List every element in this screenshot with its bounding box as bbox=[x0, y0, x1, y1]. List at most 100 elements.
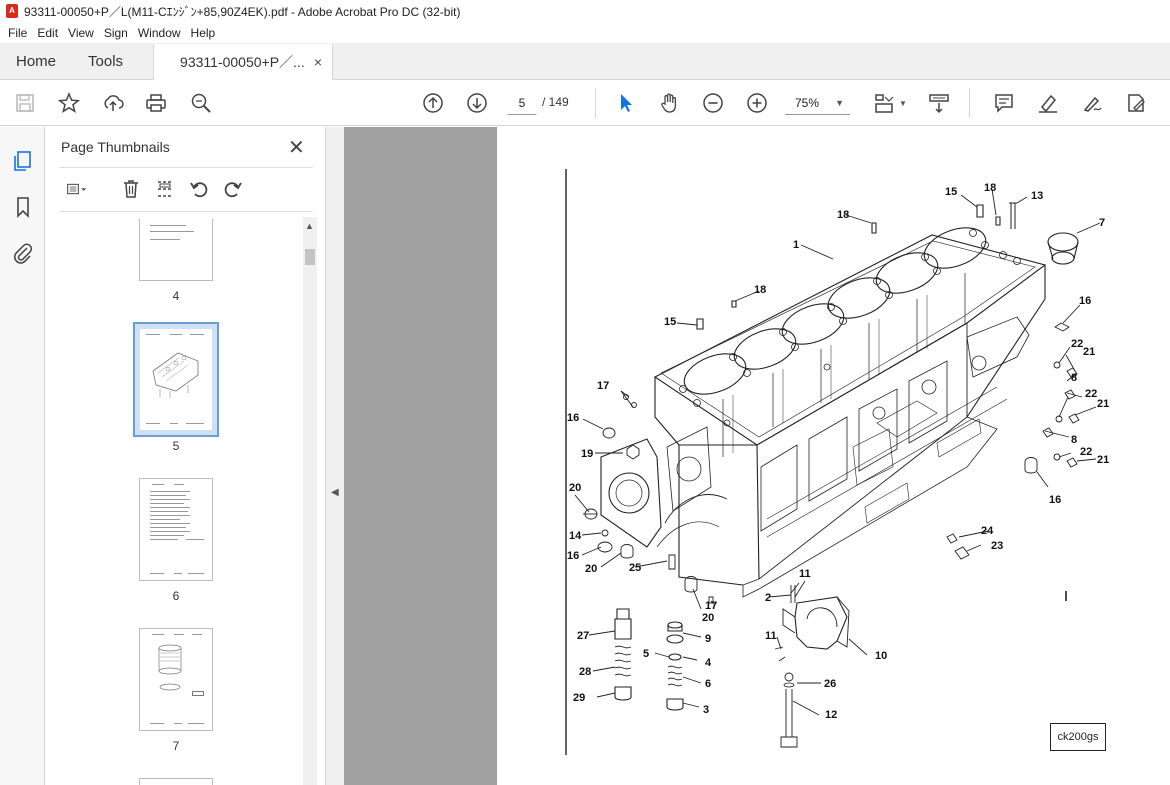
thumbnail-options-icon[interactable] bbox=[61, 178, 93, 200]
menu-file[interactable]: File bbox=[3, 26, 32, 40]
page-total: / 149 bbox=[542, 95, 569, 109]
callout: 16 bbox=[1049, 494, 1061, 506]
attachment-icon[interactable] bbox=[11, 241, 35, 265]
callout: 13 bbox=[1031, 190, 1043, 202]
thumbnail-page-number: 4 bbox=[172, 289, 180, 303]
collapse-panel-icon[interactable]: ◀ bbox=[331, 487, 339, 498]
toolbar-divider bbox=[595, 88, 596, 118]
callout: 18 bbox=[754, 284, 766, 296]
callout: 12 bbox=[825, 709, 837, 721]
scroll-mode-icon[interactable] bbox=[927, 91, 951, 115]
callout: 22 bbox=[1080, 446, 1092, 458]
scrollbar-handle[interactable] bbox=[305, 249, 315, 265]
upload-icon[interactable] bbox=[101, 91, 125, 115]
edit-pdf-icon[interactable] bbox=[1124, 91, 1148, 115]
callout: 21 bbox=[1097, 454, 1109, 466]
tab-document[interactable]: 93311-00050+P／... × bbox=[153, 44, 334, 80]
callout: 15 bbox=[945, 186, 957, 198]
zoom-search-icon[interactable] bbox=[189, 91, 213, 115]
menu-view[interactable]: View bbox=[63, 26, 99, 40]
page-thumbnail[interactable] bbox=[139, 778, 213, 785]
callout: 17 bbox=[705, 600, 717, 612]
main-toolbar: 5 / 149 75% ▼ ▼ bbox=[0, 80, 1170, 126]
callout: 22 bbox=[1071, 338, 1083, 350]
sign-icon[interactable] bbox=[1080, 91, 1104, 115]
zoom-in-icon[interactable] bbox=[745, 91, 769, 115]
tab-document-label: 93311-00050+P／... bbox=[180, 54, 305, 70]
rotate-right-icon[interactable] bbox=[222, 178, 244, 200]
callout: 11 bbox=[799, 568, 811, 580]
delete-icon[interactable] bbox=[120, 178, 142, 200]
callout: 2 bbox=[765, 592, 771, 604]
chevron-down-icon[interactable]: ▼ bbox=[898, 91, 908, 115]
scroll-up-icon[interactable]: ▲ bbox=[305, 221, 314, 231]
page-fit-icon[interactable] bbox=[872, 91, 896, 115]
close-panel-icon[interactable]: ✕ bbox=[288, 135, 305, 160]
menu-help[interactable]: Help bbox=[186, 26, 221, 40]
comment-icon[interactable] bbox=[992, 91, 1016, 115]
thumbnails-scrollbar[interactable]: ▲ bbox=[303, 217, 317, 785]
rotate-left-icon[interactable] bbox=[188, 178, 210, 200]
callout: 15 bbox=[664, 316, 676, 328]
callout: 9 bbox=[705, 633, 711, 645]
document-viewer[interactable]: 1 2 3 4 5 6 7 8 8 9 10 11 11 12 13 14 15… bbox=[344, 127, 1170, 785]
menu-sign[interactable]: Sign bbox=[99, 26, 133, 40]
menu-bar: File Edit View Sign Window Help bbox=[0, 22, 1170, 43]
callout: 18 bbox=[837, 209, 849, 221]
page-down-icon[interactable] bbox=[465, 91, 489, 115]
callout: 6 bbox=[705, 678, 711, 690]
thumbnail-page bbox=[140, 329, 212, 430]
pdf-page: 1 2 3 4 5 6 7 8 8 9 10 11 11 12 13 14 15… bbox=[497, 127, 1170, 785]
page-thumbnail-selected[interactable] bbox=[133, 322, 219, 437]
callout: 20 bbox=[569, 482, 581, 494]
page-thumbnail[interactable] bbox=[139, 219, 213, 281]
drawing-id-stamp: ck200gs bbox=[1050, 723, 1106, 751]
callout: 28 bbox=[579, 666, 591, 678]
page-thumbnail[interactable] bbox=[139, 628, 213, 731]
panel-splitter[interactable]: ◀ bbox=[325, 127, 344, 785]
callout: 21 bbox=[1097, 398, 1109, 410]
thumbnail-page-number: 7 bbox=[172, 739, 180, 753]
callout: 26 bbox=[824, 678, 836, 690]
menu-edit[interactable]: Edit bbox=[32, 26, 63, 40]
page-thumbnail[interactable] bbox=[139, 478, 213, 581]
bookmark-icon[interactable] bbox=[11, 195, 35, 219]
page-thumbnails-icon[interactable] bbox=[11, 149, 35, 173]
callout: 20 bbox=[702, 612, 714, 624]
thumbnail-page-number: 5 bbox=[172, 439, 180, 453]
callout: 1 bbox=[793, 239, 799, 251]
close-tab-icon[interactable]: × bbox=[314, 54, 322, 70]
callout: 14 bbox=[569, 530, 582, 542]
callout: 22 bbox=[1085, 388, 1097, 400]
callout: 10 bbox=[875, 650, 887, 662]
callout: 4 bbox=[705, 657, 712, 669]
callout: 20 bbox=[585, 563, 597, 575]
star-icon[interactable] bbox=[57, 91, 81, 115]
panel-divider bbox=[59, 211, 313, 212]
tab-bar: Home Tools 93311-00050+P／... × bbox=[0, 43, 1170, 80]
toolbar-divider bbox=[969, 88, 970, 118]
page-number-input[interactable]: 5 bbox=[507, 91, 537, 115]
save-icon[interactable] bbox=[13, 91, 37, 115]
callout: 16 bbox=[567, 550, 579, 562]
part-callouts: 1 2 3 4 5 6 7 8 8 9 10 11 11 12 13 14 15… bbox=[567, 182, 1109, 721]
callout: 11 bbox=[765, 630, 777, 642]
callout: 21 bbox=[1083, 346, 1095, 358]
zoom-out-icon[interactable] bbox=[701, 91, 725, 115]
page-up-icon[interactable] bbox=[421, 91, 445, 115]
title-bar: A 93311-00050+P／L(M11-Cｴﾝｼﾞﾝ+85,90Z4EK).… bbox=[0, 0, 1170, 22]
tab-home[interactable]: Home bbox=[0, 43, 72, 79]
callout: 25 bbox=[629, 562, 641, 574]
extract-pages-icon[interactable] bbox=[154, 178, 176, 200]
callout: 19 bbox=[581, 448, 593, 460]
thumbnail-page-number: 6 bbox=[172, 589, 180, 603]
tab-tools[interactable]: Tools bbox=[72, 43, 139, 79]
zoom-level-select[interactable]: 75% ▼ bbox=[785, 91, 850, 115]
hand-icon[interactable] bbox=[657, 91, 681, 115]
menu-window[interactable]: Window bbox=[133, 26, 186, 40]
highlight-icon[interactable] bbox=[1036, 91, 1060, 115]
page-thumbnails-panel: Page Thumbnails ✕ 4 5 6 7 ▲ bbox=[45, 127, 325, 785]
print-icon[interactable] bbox=[144, 91, 168, 115]
select-arrow-icon[interactable] bbox=[614, 91, 638, 115]
callout: 23 bbox=[991, 540, 1003, 552]
